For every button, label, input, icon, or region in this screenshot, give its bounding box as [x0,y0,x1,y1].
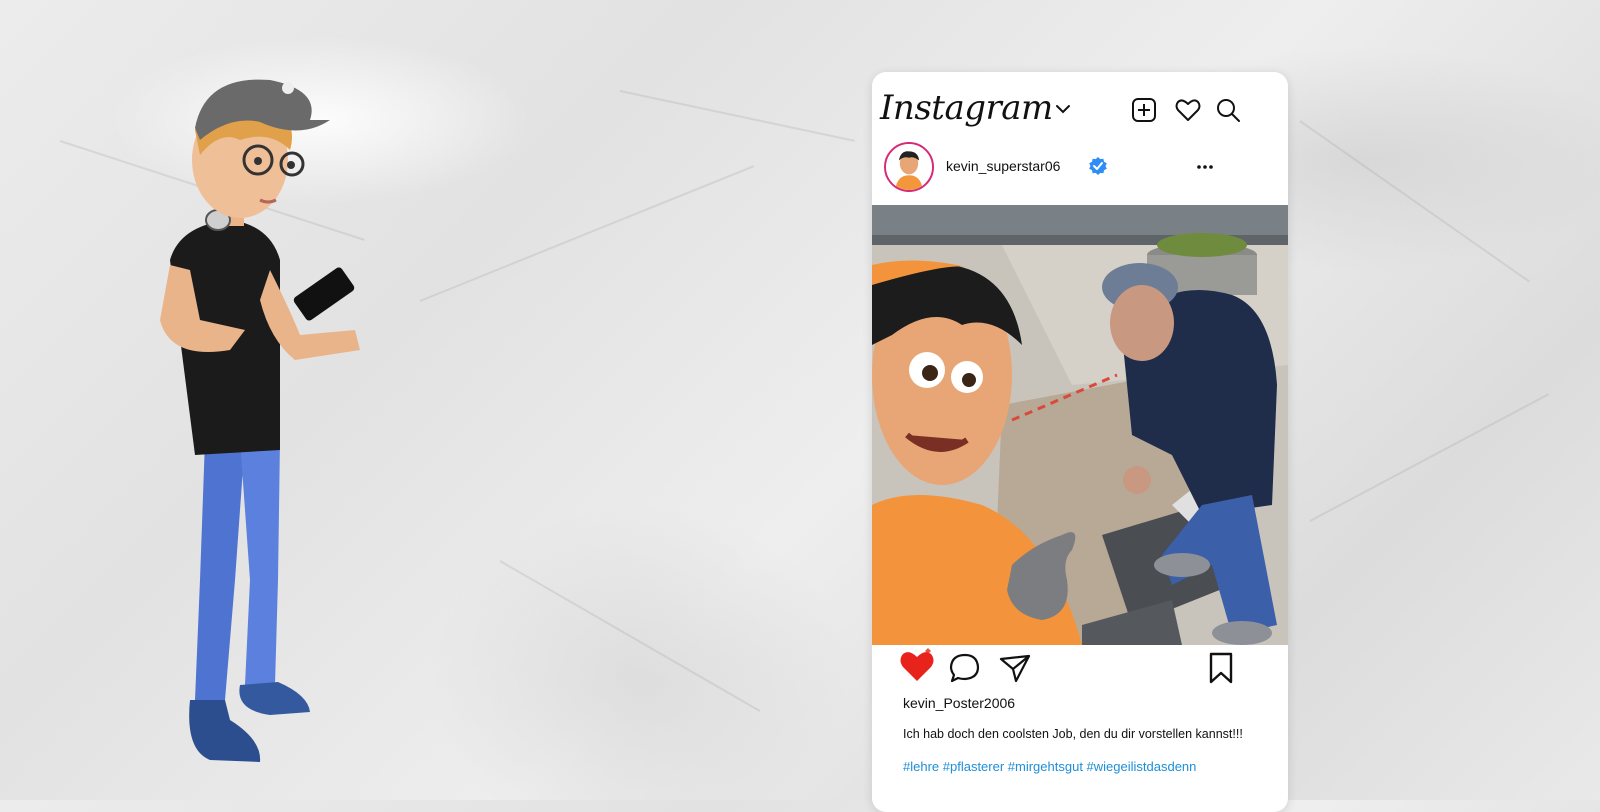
verified-badge-icon [1089,157,1107,175]
chevron-down-icon[interactable] [1052,98,1074,120]
comment-icon[interactable] [948,651,982,685]
plus-square-icon[interactable] [1130,96,1158,124]
post-actions-bar [872,647,1288,691]
paper-crease [499,560,761,712]
bookmark-icon[interactable] [1204,651,1238,685]
post-author-username[interactable]: kevin_Poster2006 [903,695,1015,711]
post-caption: Ich hab doch den coolsten Job, den du di… [903,727,1243,741]
post-hashtags[interactable]: #lehre #pflasterer #mirgehtsgut #wiegeil… [903,759,1196,774]
more-dots-icon[interactable] [1194,156,1216,178]
post-header: kevin_superstar06 [872,142,1288,202]
heart-filled-icon[interactable] [898,647,936,685]
avatar-image [886,144,932,190]
instagram-top-bar: Instagram [872,72,1288,144]
heart-icon[interactable] [1174,96,1202,124]
send-icon[interactable] [998,651,1032,685]
search-icon[interactable] [1214,96,1242,124]
paper-crease [1309,393,1549,522]
paper-crease [619,90,855,142]
account-username[interactable]: kevin_superstar06 [946,158,1060,174]
instagram-post-card: Instagram kevin_superstar06 kevin_Poster… [872,72,1288,812]
post-photo[interactable] [872,205,1288,645]
paper-crease [1299,120,1530,283]
avatar[interactable] [884,142,934,192]
paper-crease [419,165,755,302]
instagram-logo: Instagram [880,88,1053,128]
cartoon-character-illustration [160,79,360,762]
